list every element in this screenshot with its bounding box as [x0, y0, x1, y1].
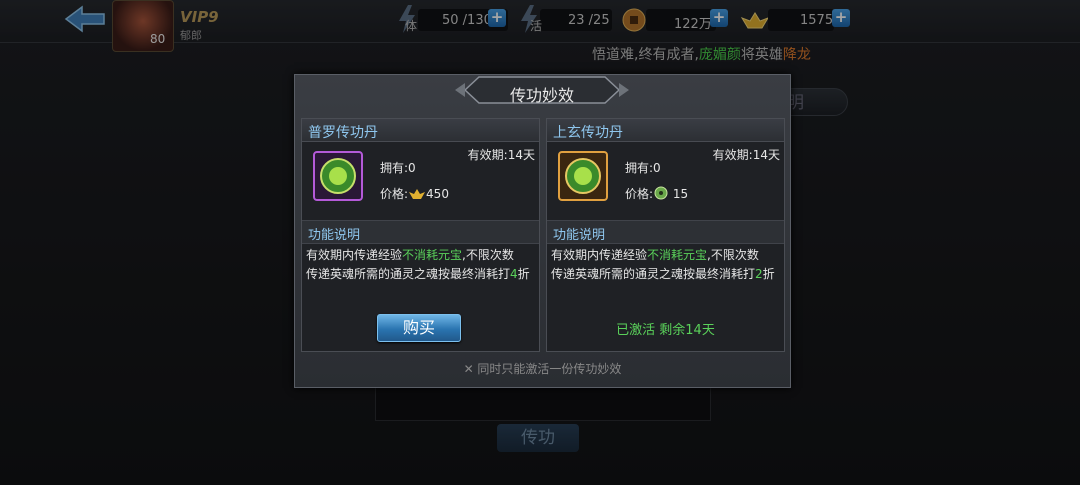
item-card-shangxuan: 上玄传功丹 有效期:14天 拥有:0 价格: 15 功能说明 有效期内传递经验不…	[546, 118, 785, 352]
dialog-title: 传功妙效	[509, 86, 574, 105]
price: 价格: 15	[625, 185, 688, 202]
function-title: 功能说明	[308, 228, 361, 243]
price-value: 450	[426, 187, 449, 201]
function-description: 有效期内传递经验不消耗元宝,不限次数 传递英魂所需的通灵之魂按最终消耗打2折	[551, 246, 783, 284]
function-description: 有效期内传递经验不消耗元宝,不限次数 传递英魂所需的通灵之魂按最终消耗打4折	[306, 246, 538, 284]
price-label: 价格:	[380, 187, 409, 201]
desc-text: ,不限次数	[707, 248, 759, 262]
item-card-puluo: 普罗传功丹 有效期:14天 拥有:0 价格: 450 功能说明 有效期内传递经验不…	[301, 118, 540, 352]
owned-count: 拥有:0	[625, 161, 661, 175]
desc-text: 有效期内传递经验	[551, 248, 648, 262]
card-header: 普罗传功丹	[302, 119, 539, 142]
owned-count: 拥有:0	[380, 161, 416, 175]
buy-button[interactable]: 购买	[377, 314, 461, 342]
desc-highlight: 不消耗元宝	[647, 248, 708, 262]
function-header: 功能说明	[302, 220, 539, 244]
pill-icon[interactable]	[558, 151, 608, 201]
price-label: 价格:	[625, 187, 654, 201]
activation-status: 已激活 剩余14天	[616, 323, 715, 338]
validity-text: 有效期:14天	[712, 148, 780, 162]
function-title: 功能说明	[553, 228, 606, 243]
transfer-effect-dialog: 传功妙效 普罗传功丹 有效期:14天 拥有:0 价格: 450 功能说明 有效期内…	[294, 74, 791, 388]
desc-text: ,不限次数	[462, 248, 514, 262]
validity-text: 有效期:14天	[467, 148, 535, 162]
function-header: 功能说明	[547, 220, 784, 244]
discount-value: 4	[510, 267, 518, 281]
jade-coin-icon	[654, 186, 668, 200]
desc-highlight: 不消耗元宝	[402, 248, 463, 262]
card-header: 上玄传功丹	[547, 119, 784, 142]
desc-text: 折	[762, 267, 775, 281]
item-name: 普罗传功丹	[308, 125, 378, 141]
ingot-icon	[409, 189, 426, 199]
desc-text: 折	[517, 267, 530, 281]
footer-note: ✕ 同时只能激活一份传功妙效	[463, 362, 622, 376]
price: 价格: 450	[380, 185, 449, 202]
desc-text: 有效期内传递经验	[306, 248, 403, 262]
desc-text: 传递英魂所需的通灵之魂按最终消耗打	[551, 267, 756, 281]
price-value: 15	[672, 187, 689, 201]
discount-value: 2	[755, 267, 763, 281]
desc-text: 传递英魂所需的通灵之魂按最终消耗打	[306, 267, 511, 281]
pill-icon[interactable]	[313, 151, 363, 201]
item-name: 上玄传功丹	[553, 125, 623, 141]
